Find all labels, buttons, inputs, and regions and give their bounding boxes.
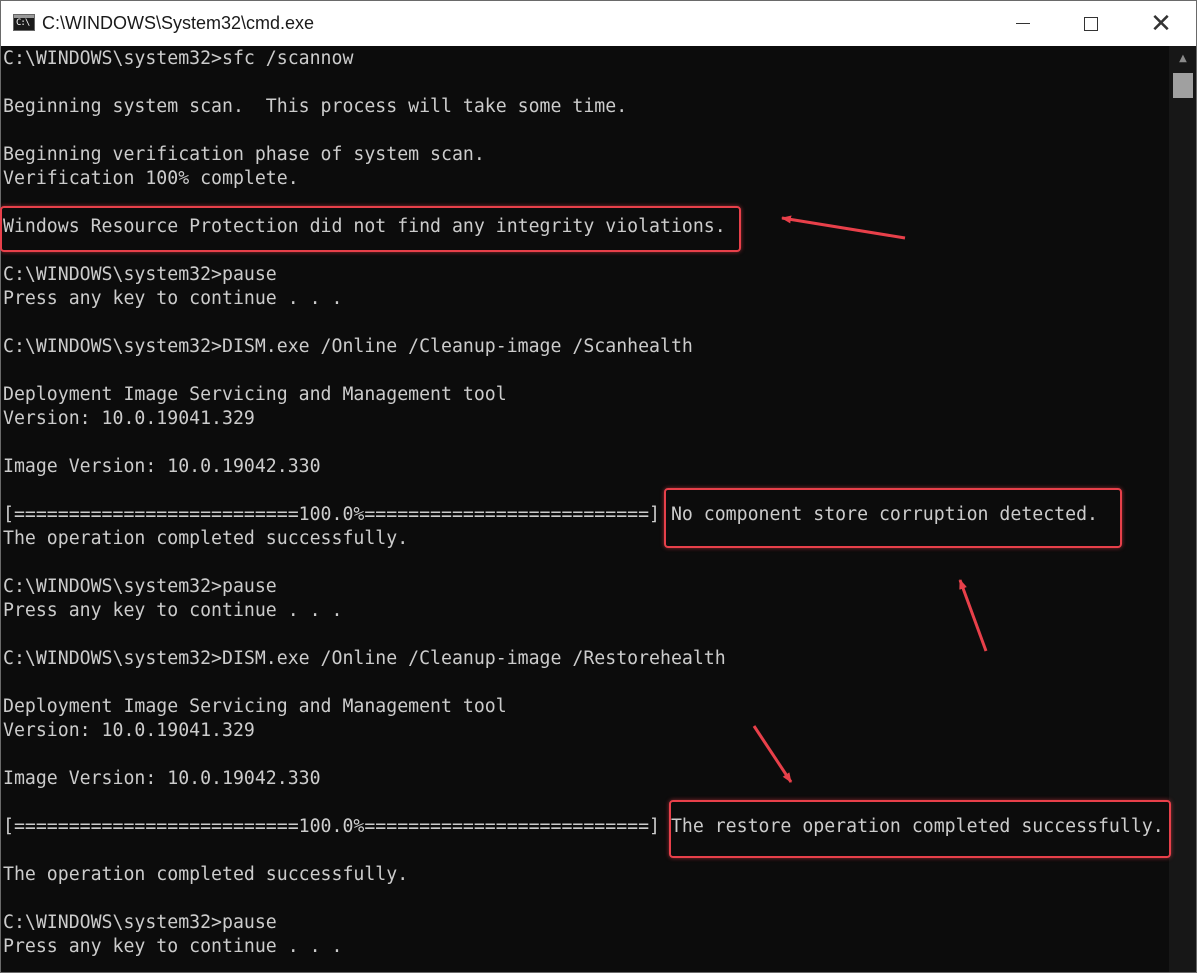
scrollbar-thumb[interactable]: [1173, 73, 1193, 98]
console-line: C:\WINDOWS\system32>pause: [3, 912, 277, 933]
console-line: Beginning verification phase of system s…: [3, 144, 485, 165]
close-button[interactable]: ✕: [1126, 1, 1196, 46]
console-line: Image Version: 10.0.19042.330: [3, 768, 321, 789]
console-line: C:\WINDOWS\system32>pause: [3, 576, 277, 597]
console-line: Beginning system scan. This process will…: [3, 96, 628, 117]
scroll-up-arrow-icon[interactable]: ▲: [1169, 46, 1196, 70]
console-output[interactable]: C:\WINDOWS\system32>sfc /scannow Beginnin…: [1, 46, 1169, 972]
minimize-button[interactable]: [988, 1, 1058, 46]
console-line: Press any key to continue . . .: [3, 288, 343, 309]
console-line: The operation completed successfully.: [3, 864, 409, 885]
maximize-icon: [1084, 16, 1098, 31]
cmd-app-icon[interactable]: C:\: [13, 14, 35, 31]
console-line: Windows Resource Protection did not find…: [3, 216, 726, 237]
console-line: C:\WINDOWS\system32>sfc /scannow: [3, 48, 354, 69]
close-icon: ✕: [1150, 8, 1172, 39]
console-line: Press any key to continue . . .: [3, 600, 343, 621]
console-line: Deployment Image Servicing and Managemen…: [3, 384, 507, 405]
console-line: Press any key to continue . . .: [3, 936, 343, 957]
console-line: Verification 100% complete.: [3, 168, 299, 189]
console-line: Version: 10.0.19041.329: [3, 720, 255, 741]
console-line: C:\WINDOWS\system32>DISM.exe /Online /Cl…: [3, 648, 726, 669]
cmd-window: C:\ C:\WINDOWS\System32\cmd.exe ✕ C:\WIN…: [0, 0, 1197, 973]
vertical-scrollbar[interactable]: ▲: [1169, 46, 1196, 972]
console-line: The operation completed successfully.: [3, 528, 409, 549]
console-line: [==========================100.0%=======…: [3, 504, 1098, 525]
title-bar[interactable]: C:\ C:\WINDOWS\System32\cmd.exe ✕: [1, 1, 1196, 46]
console-line: C:\WINDOWS\system32>pause: [3, 264, 277, 285]
console-line: Image Version: 10.0.19042.330: [3, 456, 321, 477]
minimize-icon: [1016, 23, 1030, 24]
console-lines: C:\WINDOWS\system32>sfc /scannow Beginnin…: [3, 47, 1164, 959]
console-line: Version: 10.0.19041.329: [3, 408, 255, 429]
cmd-icon-label: C:\: [16, 18, 30, 28]
maximize-button[interactable]: [1056, 1, 1126, 46]
console-line: C:\WINDOWS\system32>DISM.exe /Online /Cl…: [3, 336, 693, 357]
window-title: C:\WINDOWS\System32\cmd.exe: [42, 13, 315, 33]
console-line: [==========================100.0%=======…: [3, 816, 1164, 837]
console-line: Deployment Image Servicing and Managemen…: [3, 696, 507, 717]
